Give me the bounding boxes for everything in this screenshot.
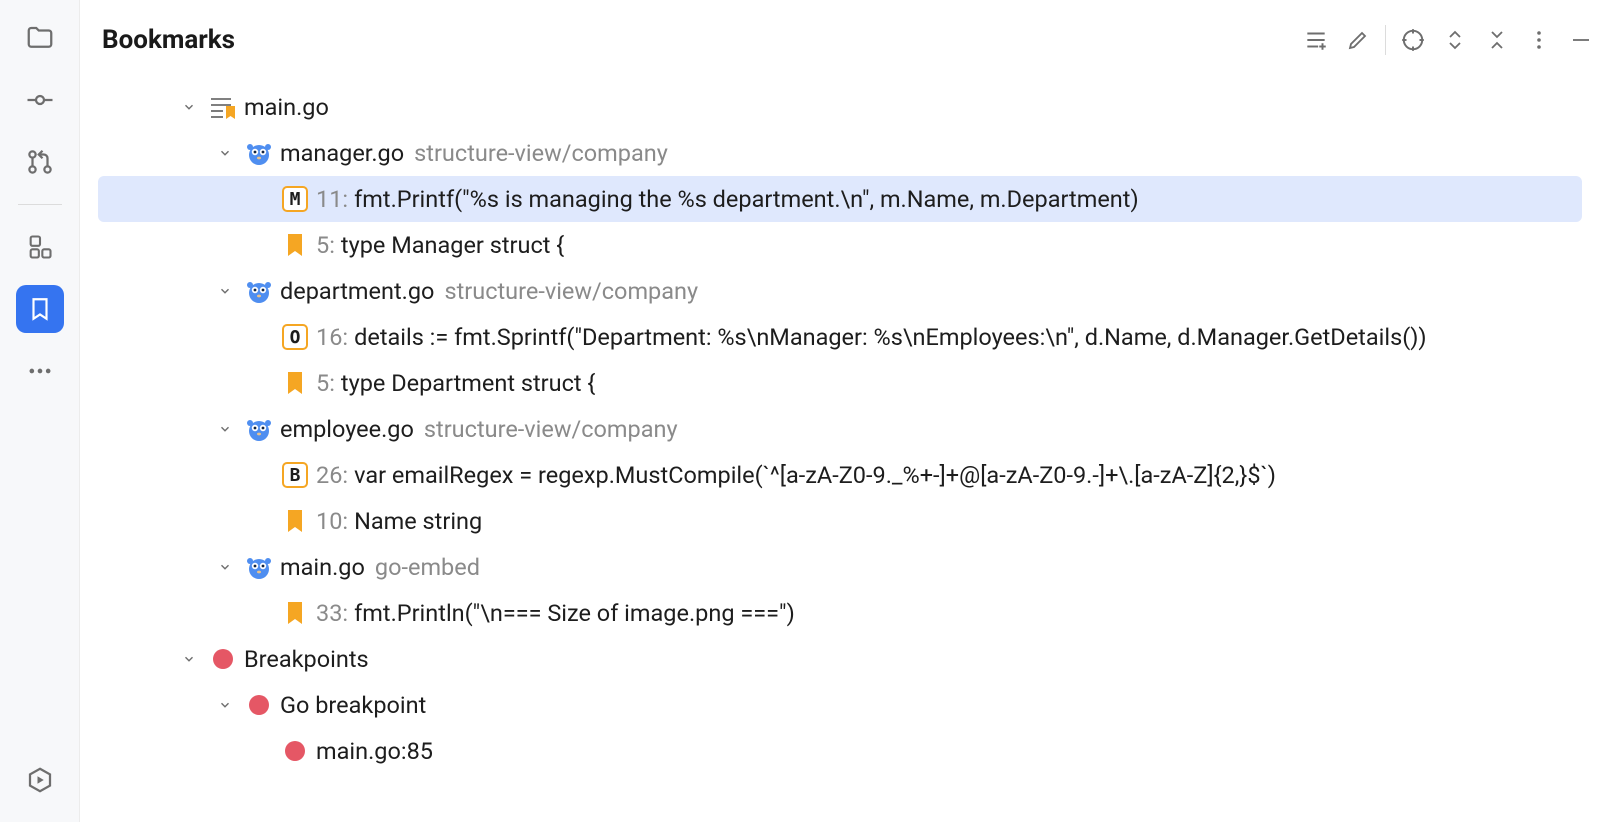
tree-item-label: department.go bbox=[280, 277, 434, 305]
tree-item-label: fmt.Printf("%s is managing the %s depart… bbox=[354, 185, 1139, 213]
tree-row[interactable]: 10:Name string bbox=[98, 498, 1582, 544]
breakpoint-icon bbox=[285, 741, 305, 761]
pencil-icon bbox=[1346, 28, 1370, 52]
tree-row[interactable]: main.go go-embed bbox=[98, 544, 1582, 590]
pull-requests-icon bbox=[25, 147, 55, 177]
rail-divider bbox=[18, 204, 62, 205]
pull-requests-tool-button[interactable] bbox=[16, 138, 64, 186]
line-number: 5: bbox=[316, 369, 335, 397]
panel-header: Bookmarks bbox=[80, 0, 1622, 80]
crosshair-icon bbox=[1400, 27, 1426, 53]
edit-button[interactable] bbox=[1337, 19, 1379, 61]
chevron-down-icon[interactable] bbox=[182, 652, 206, 666]
go-file-icon bbox=[246, 140, 272, 166]
bookmark-icon bbox=[286, 371, 304, 395]
commit-icon bbox=[25, 85, 55, 115]
go-file-icon bbox=[246, 416, 272, 442]
breakpoint-icon bbox=[213, 649, 233, 669]
chevron-down-icon[interactable] bbox=[218, 146, 242, 160]
chevron-down-icon[interactable] bbox=[218, 422, 242, 436]
minimize-icon bbox=[1569, 28, 1593, 52]
tree-row[interactable]: 5:type Manager struct { bbox=[98, 222, 1582, 268]
tree-item-label: Breakpoints bbox=[244, 645, 369, 673]
tree-row[interactable]: main.go bbox=[98, 84, 1582, 130]
tree-row[interactable]: manager.go structure-view/company bbox=[98, 130, 1582, 176]
line-number: 5: bbox=[316, 231, 335, 259]
tree-item-hint: structure-view/company bbox=[444, 277, 698, 305]
tree-item-label: type Department struct { bbox=[341, 369, 595, 397]
project-tool-button[interactable] bbox=[16, 14, 64, 62]
go-file-icon bbox=[246, 554, 272, 580]
tree-row[interactable]: B 26:var emailRegex = regexp.MustCompile(… bbox=[98, 452, 1582, 498]
chevron-down-icon[interactable] bbox=[182, 100, 206, 114]
select-opened-file-button[interactable] bbox=[1392, 19, 1434, 61]
structure-tool-button[interactable] bbox=[16, 223, 64, 271]
toolbar-divider bbox=[1385, 25, 1386, 55]
line-number: 26: bbox=[316, 461, 348, 489]
commit-tool-button[interactable] bbox=[16, 76, 64, 124]
tree-item-label: main.go bbox=[244, 93, 329, 121]
structure-icon bbox=[26, 233, 54, 261]
tree-row[interactable]: 33:fmt.Println("\n=== Size of image.png … bbox=[98, 590, 1582, 636]
create-bookmark-list-button[interactable] bbox=[1295, 19, 1337, 61]
tree-item-hint: structure-view/company bbox=[424, 415, 678, 443]
tree-item-label: type Manager struct { bbox=[341, 231, 564, 259]
hide-panel-button[interactable] bbox=[1560, 19, 1602, 61]
bookmark-icon bbox=[286, 601, 304, 625]
tree-item-label: Name string bbox=[354, 507, 482, 535]
tree-item-label: employee.go bbox=[280, 415, 414, 443]
tree-item-label: main.go:85 bbox=[316, 737, 433, 765]
bookmarks-icon bbox=[27, 296, 53, 322]
tree-item-label: details := fmt.Sprintf("Department: %s\n… bbox=[354, 323, 1427, 351]
tree-row[interactable]: Breakpoints bbox=[98, 636, 1582, 682]
line-number: 10: bbox=[316, 507, 348, 535]
line-number: 33: bbox=[316, 599, 348, 627]
tree-row[interactable]: employee.go structure-view/company bbox=[98, 406, 1582, 452]
more-tool-button[interactable] bbox=[16, 347, 64, 395]
tool-window-rail bbox=[0, 0, 80, 822]
options-button[interactable] bbox=[1518, 19, 1560, 61]
bookmarks-panel: Bookmarks main.go bbox=[80, 0, 1622, 822]
tree-item-label: Go breakpoint bbox=[280, 691, 426, 719]
chevrons-vertical-icon bbox=[1443, 28, 1467, 52]
more-vertical-icon bbox=[1527, 28, 1551, 52]
line-number: 16: bbox=[316, 323, 348, 351]
list-add-icon bbox=[1303, 27, 1329, 53]
mnemonic-bookmark-icon: B bbox=[282, 462, 308, 488]
line-number: 11: bbox=[316, 185, 348, 213]
chevrons-collapse-icon bbox=[1485, 28, 1509, 52]
panel-title: Bookmarks bbox=[102, 25, 235, 55]
tree-item-hint: go-embed bbox=[375, 553, 480, 581]
services-tool-button[interactable] bbox=[16, 756, 64, 804]
mnemonic-bookmark-icon: O bbox=[282, 324, 308, 350]
tree-row[interactable]: O 16:details := fmt.Sprintf("Department: … bbox=[98, 314, 1582, 360]
tree-item-hint: structure-view/company bbox=[414, 139, 668, 167]
tree-item-label: main.go bbox=[280, 553, 365, 581]
more-horizontal-icon bbox=[26, 357, 54, 385]
expand-collapse-button[interactable] bbox=[1434, 19, 1476, 61]
folder-icon bbox=[25, 23, 55, 53]
tree-row[interactable]: Go breakpoint bbox=[98, 682, 1582, 728]
chevron-down-icon[interactable] bbox=[218, 560, 242, 574]
breakpoint-icon bbox=[249, 695, 269, 715]
tree-item-label: var emailRegex = regexp.MustCompile(`^[a… bbox=[354, 461, 1276, 489]
tree-row[interactable]: main.go:85 bbox=[98, 728, 1582, 774]
tree-item-label: fmt.Println("\n=== Size of image.png ===… bbox=[354, 599, 795, 627]
chevron-down-icon[interactable] bbox=[218, 698, 242, 712]
tree-row[interactable]: department.go structure-view/company bbox=[98, 268, 1582, 314]
bookmark-icon bbox=[286, 233, 304, 257]
file-bookmark-icon bbox=[209, 94, 237, 120]
bookmarks-tree[interactable]: main.go manager.go structure-view/company… bbox=[80, 80, 1622, 822]
tree-row[interactable]: 5:type Department struct { bbox=[98, 360, 1582, 406]
mnemonic-bookmark-icon: M bbox=[282, 186, 308, 212]
chevron-down-icon[interactable] bbox=[218, 284, 242, 298]
go-file-icon bbox=[246, 278, 272, 304]
bookmark-icon bbox=[286, 509, 304, 533]
bookmarks-tool-button[interactable] bbox=[16, 285, 64, 333]
collapse-all-button[interactable] bbox=[1476, 19, 1518, 61]
tree-item-label: manager.go bbox=[280, 139, 404, 167]
tree-row[interactable]: M 11:fmt.Printf("%s is managing the %s de… bbox=[98, 176, 1582, 222]
services-icon bbox=[25, 765, 55, 795]
